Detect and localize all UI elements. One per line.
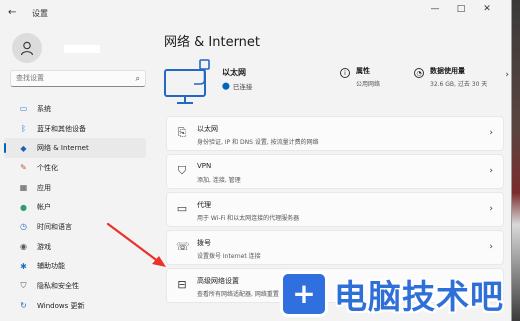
sidebar-item-label: 时间和语言 bbox=[37, 222, 72, 231]
card-title: VPN bbox=[197, 162, 212, 170]
page-title: 网络 & Internet bbox=[164, 35, 261, 50]
title-bar: ← 设置 — □ ✕ bbox=[0, 0, 511, 26]
card-subtitle: 添加, 连接, 管理 bbox=[197, 177, 241, 184]
properties-sub: 公用网络 bbox=[356, 81, 381, 88]
watermark-logo-icon: + bbox=[280, 270, 328, 317]
apps-icon: ▦ bbox=[19, 183, 28, 193]
card-dialup[interactable]: ☏ 拨号 设置拨号 Internet 连接 › bbox=[166, 230, 504, 265]
dialup-icon: ☏ bbox=[176, 240, 190, 253]
search-box[interactable]: ⌕ bbox=[10, 70, 146, 87]
chevron-right-icon: › bbox=[489, 128, 493, 138]
network-adapter-icon: ⊟ bbox=[177, 278, 187, 291]
sidebar-item-label: 隐私和安全性 bbox=[37, 282, 79, 291]
avatar[interactable] bbox=[12, 33, 42, 63]
chevron-right-icon[interactable]: › bbox=[505, 70, 509, 80]
user-name-redacted bbox=[64, 45, 100, 53]
card-subtitle: 设置拨号 Internet 连接 bbox=[197, 253, 261, 260]
account-icon: ● bbox=[20, 202, 27, 212]
wifi-icon: ◆ bbox=[20, 143, 27, 153]
monitor-icon: ▭ bbox=[19, 104, 28, 114]
ethernet-hero: 以太网 ⬤ 已连接 i 属性 公用网络 ◔ 数据使用量 32.6 GB, 过去 … bbox=[164, 58, 509, 104]
sidebar-item-accessibility[interactable]: ✱ 辅助功能 bbox=[4, 257, 146, 277]
info-icon: i bbox=[340, 68, 350, 78]
card-subtitle: 身份验证, IP 和 DNS 设置, 按流量计费的网络 bbox=[197, 139, 319, 146]
data-usage-link[interactable]: ◔ 数据使用量 32.6 GB, 过去 30 天 bbox=[414, 66, 487, 88]
sidebar-item-windows-update[interactable]: ↻ Windows 更新 bbox=[4, 296, 146, 316]
sidebar-item-accounts[interactable]: ● 帐户 bbox=[4, 197, 146, 217]
sidebar-item-network[interactable]: ◆ 网络 & Internet bbox=[4, 138, 146, 159]
sidebar-item-apps[interactable]: ▦ 应用 bbox=[4, 178, 146, 198]
data-usage-title: 数据使用量 bbox=[430, 67, 465, 75]
card-ethernet[interactable]: ⎘ 以太网 身份验证, IP 和 DNS 设置, 按流量计费的网络 › bbox=[166, 116, 504, 151]
close-button[interactable]: ✕ bbox=[478, 4, 496, 14]
ethernet-title: 以太网 bbox=[222, 68, 246, 77]
sidebar-item-label: 应用 bbox=[37, 183, 51, 192]
watermark-text: 电脑技术吧 bbox=[334, 276, 504, 316]
search-input[interactable] bbox=[16, 74, 126, 82]
properties-title: 属性 bbox=[356, 67, 370, 75]
sidebar-item-label: 辅助功能 bbox=[37, 262, 65, 271]
vpn-shield-icon: ⛉ bbox=[177, 164, 187, 177]
maximize-button[interactable]: □ bbox=[452, 4, 470, 14]
minimize-button[interactable]: — bbox=[426, 4, 444, 14]
bluetooth-icon: ᛒ bbox=[21, 124, 26, 134]
connected-icon: ⬤ bbox=[222, 82, 230, 90]
globe-clock-icon: ◷ bbox=[20, 222, 27, 232]
card-vpn[interactable]: ⛉ VPN 添加, 连接, 管理 › bbox=[166, 154, 504, 189]
properties-link[interactable]: i 属性 公用网络 bbox=[340, 66, 380, 88]
sidebar-item-label: 游戏 bbox=[37, 242, 51, 251]
proxy-icon: ▭ bbox=[176, 202, 188, 215]
brush-icon: ✎ bbox=[20, 163, 27, 173]
sidebar-item-bluetooth[interactable]: ᛒ 蓝牙和其他设备 bbox=[4, 119, 146, 139]
watermark: + 电脑技术吧 bbox=[280, 266, 520, 321]
card-title: 拨号 bbox=[197, 239, 211, 247]
card-title: 代理 bbox=[197, 201, 211, 209]
gamepad-icon: ◉ bbox=[20, 242, 27, 252]
connection-status: ⬤ 已连接 bbox=[222, 81, 252, 91]
ethernet-monitor-icon bbox=[164, 59, 210, 104]
ethernet-icon: ⎘ bbox=[177, 126, 187, 139]
update-icon: ↻ bbox=[20, 301, 27, 311]
card-proxy[interactable]: ▭ 代理 用于 Wi-Fi 和以太网连接的代理服务器 › bbox=[166, 192, 504, 227]
sidebar-item-label: 蓝牙和其他设备 bbox=[37, 124, 86, 133]
back-arrow-icon[interactable]: ← bbox=[8, 7, 16, 18]
card-subtitle: 用于 Wi-Fi 和以太网连接的代理服务器 bbox=[197, 215, 300, 222]
sidebar-item-personalization[interactable]: ✎ 个性化 bbox=[4, 158, 146, 178]
card-title: 以太网 bbox=[197, 125, 218, 133]
accessibility-icon: ✱ bbox=[20, 261, 27, 271]
sidebar-item-time-language[interactable]: ◷ 时间和语言 bbox=[4, 217, 146, 237]
user-icon bbox=[20, 41, 34, 56]
sidebar-item-system[interactable]: ▭ 系统 bbox=[4, 99, 146, 119]
sidebar-item-privacy[interactable]: ⛉ 隐私和安全性 bbox=[4, 276, 146, 296]
app-title: 设置 bbox=[32, 9, 48, 18]
search-icon[interactable]: ⌕ bbox=[136, 74, 140, 84]
sidebar: ⌕ ▭ 系统 ᛒ 蓝牙和其他设备 ◆ 网络 & Internet ✎ 个性化 ▦… bbox=[0, 26, 150, 321]
sidebar-item-label: 帐户 bbox=[37, 203, 51, 212]
sidebar-nav: ▭ 系统 ᛒ 蓝牙和其他设备 ◆ 网络 & Internet ✎ 个性化 ▦ 应… bbox=[0, 99, 150, 316]
connection-status-text: 已连接 bbox=[232, 83, 253, 91]
sidebar-item-label: 个性化 bbox=[37, 163, 58, 172]
sidebar-item-label: 系统 bbox=[37, 104, 51, 113]
chevron-right-icon: › bbox=[489, 204, 493, 214]
chevron-right-icon: › bbox=[489, 242, 493, 252]
chevron-right-icon: › bbox=[489, 166, 493, 176]
card-subtitle: 查看所有网络适配器, 网络重置 bbox=[197, 291, 279, 298]
card-title: 高级网络设置 bbox=[197, 277, 239, 285]
data-usage-sub: 32.6 GB, 过去 30 天 bbox=[430, 81, 488, 88]
data-usage-icon: ◔ bbox=[414, 68, 424, 78]
sidebar-item-gaming[interactable]: ◉ 游戏 bbox=[4, 237, 146, 257]
sidebar-item-label: 网络 & Internet bbox=[37, 144, 89, 153]
shield-icon: ⛉ bbox=[20, 281, 27, 291]
sidebar-item-label: Windows 更新 bbox=[37, 301, 85, 310]
